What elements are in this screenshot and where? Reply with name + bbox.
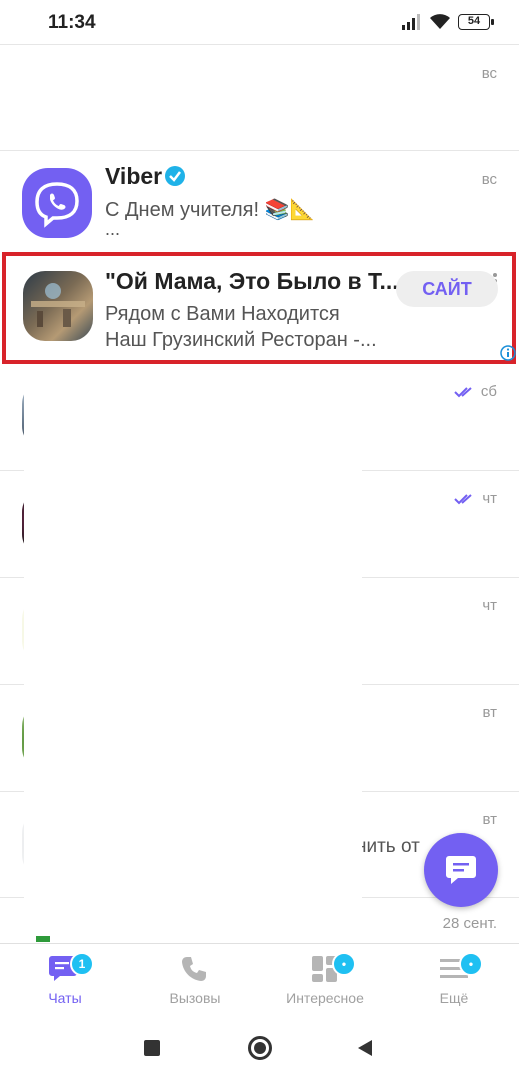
battery-indicator: 54	[458, 14, 494, 30]
chat-date: 28 сент.	[442, 915, 497, 932]
contact-avatar	[36, 936, 50, 942]
recents-button[interactable]	[144, 1040, 160, 1056]
status-bar: 11:34 54	[0, 0, 519, 44]
chat-preview-more: ...	[105, 219, 121, 239]
ad-image	[23, 271, 93, 341]
compose-chat-icon	[446, 856, 476, 884]
signal-icon	[402, 14, 420, 30]
chat-row[interactable]: вс	[0, 45, 519, 150]
system-nav-bar	[0, 1017, 519, 1079]
more-badge: •	[459, 952, 483, 976]
chat-date: вт	[482, 811, 497, 828]
ad-info-icon[interactable]	[500, 345, 516, 361]
verified-icon	[165, 166, 185, 186]
explore-badge: •	[332, 952, 356, 976]
home-button-dot	[254, 1042, 266, 1054]
chat-preview: С Днем учителя! 📚📐	[105, 199, 315, 221]
tab-explore-label: Интересное	[286, 990, 364, 1006]
new-chat-button[interactable]	[424, 833, 498, 907]
read-receipt-icon	[454, 387, 472, 398]
chat-preview-fragment: нить от	[356, 836, 420, 857]
read-receipt-icon	[454, 494, 472, 505]
restaurant-photo	[31, 283, 85, 327]
ad-text-line2: Наш Грузинский Ресторан -...	[105, 329, 377, 351]
home-button[interactable]	[248, 1036, 272, 1060]
tab-calls-label: Вызовы	[169, 990, 221, 1006]
tab-chats[interactable]: 1 Чаты	[0, 944, 130, 1018]
viber-avatar	[22, 168, 92, 238]
bottom-nav: 1 Чаты Вызовы • Интересное • Ещё	[0, 943, 519, 1018]
chat-row-viber[interactable]: Viber С Днем учителя! 📚📐 ... вс	[0, 151, 519, 251]
wifi-icon	[430, 14, 450, 29]
phone-icon	[182, 957, 206, 981]
tab-calls[interactable]: Вызовы	[130, 944, 260, 1018]
status-time: 11:34	[48, 12, 96, 33]
chat-date: чт	[482, 597, 497, 614]
tab-explore[interactable]: • Интересное	[260, 944, 390, 1018]
redacted-area	[24, 366, 362, 906]
chat-date: вс	[481, 65, 497, 82]
viber-logo-icon	[35, 182, 79, 228]
chats-badge: 1	[70, 952, 94, 976]
ad-title: "Ой Мама, Это Было в Т...	[105, 268, 399, 294]
chat-date: вт	[482, 704, 497, 721]
chat-date: вс	[481, 171, 497, 188]
tab-chats-label: Чаты	[48, 990, 82, 1006]
ad-site-button[interactable]: САЙТ	[396, 271, 498, 307]
chat-date: сб	[480, 383, 497, 400]
ad-text-line1: Рядом с Вами Находится	[105, 303, 340, 325]
chat-title: Viber	[105, 163, 163, 189]
chat-date: чт	[482, 490, 497, 507]
tab-more-label: Ещё	[439, 990, 469, 1006]
tab-more[interactable]: • Ещё	[389, 944, 519, 1018]
back-button[interactable]	[356, 1039, 374, 1057]
